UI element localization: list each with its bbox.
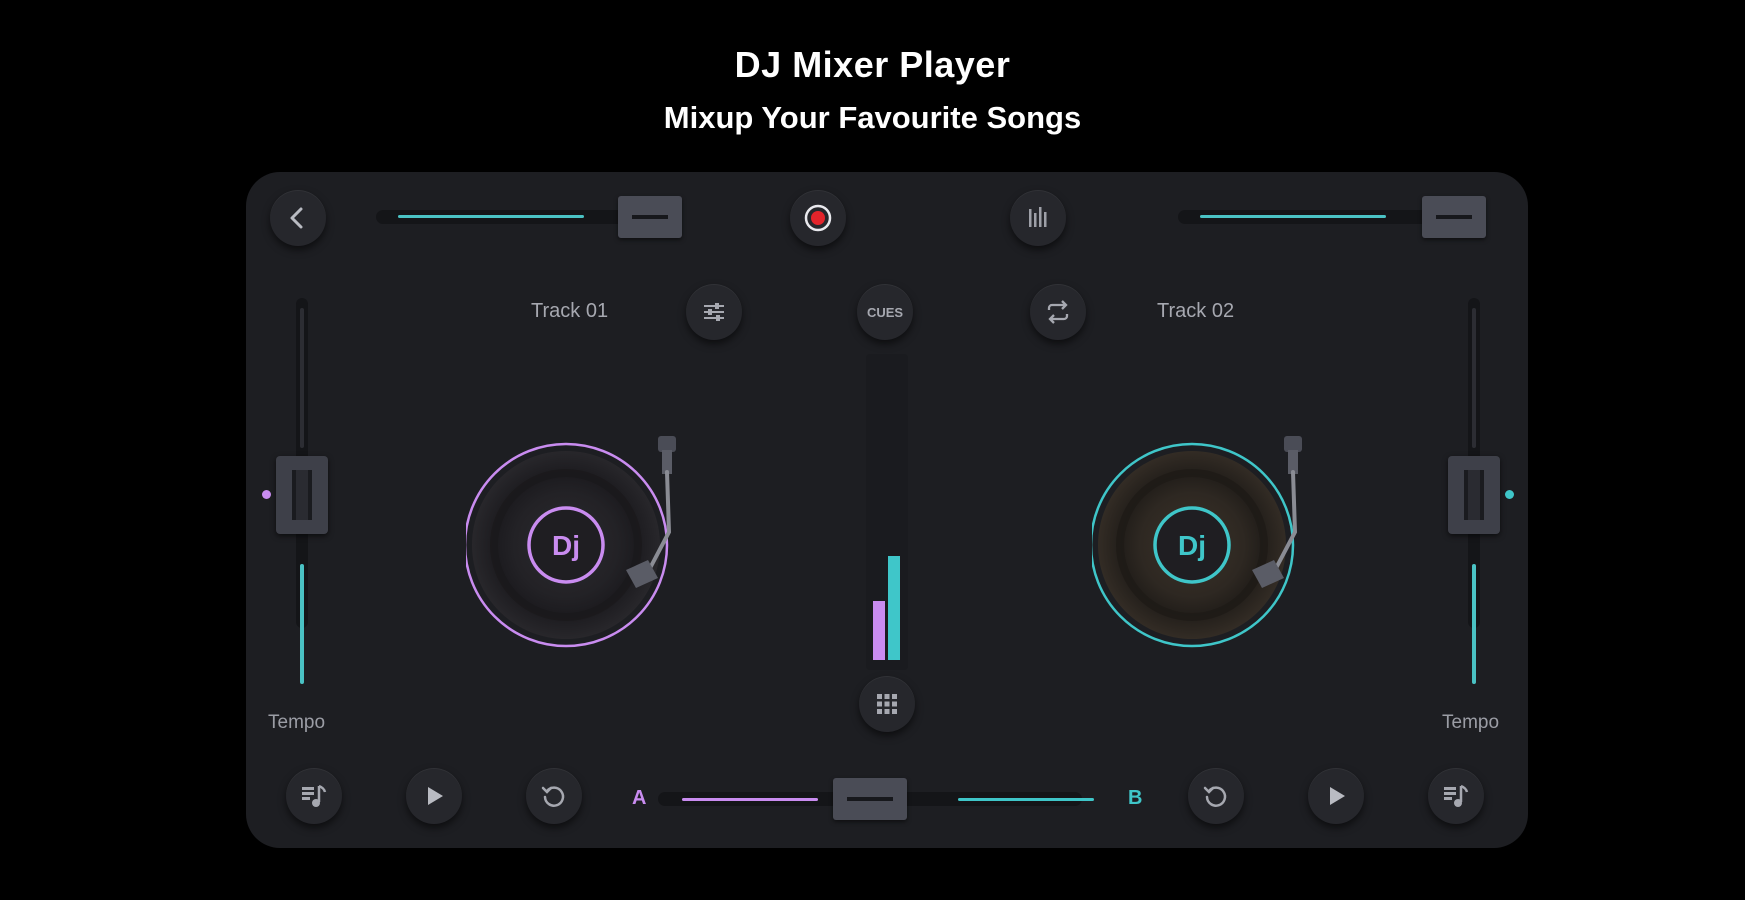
reset-icon (1203, 786, 1227, 807)
equalizer-button[interactable] (1010, 190, 1066, 246)
level-bar-a (873, 601, 885, 660)
tempo-b-label: Tempo (1442, 712, 1500, 733)
tempo-b-indicator (1505, 490, 1514, 499)
crossfader-a-label: A (632, 787, 647, 809)
chevron-left-icon (290, 207, 303, 229)
back-button[interactable] (270, 190, 326, 246)
volume-b-fill (1200, 215, 1386, 218)
play-icon (428, 787, 443, 805)
mixer-panel: Track 01 CUES Track 02 Tempo Tempo Dj Dj… (246, 172, 1528, 848)
deck-a-music-button[interactable] (286, 768, 342, 824)
crossfader-b-label: B (1128, 787, 1143, 809)
deck-b-loop-button[interactable] (1030, 284, 1086, 340)
play-icon (1330, 787, 1345, 805)
reset-icon (541, 786, 565, 807)
tempo-a-indicator (262, 490, 271, 499)
tempo-b-fill (1472, 564, 1476, 684)
deck-a-track-name: Track 01 (531, 300, 609, 322)
deck-a-reset-button[interactable] (526, 768, 582, 824)
music-note-icon (302, 784, 327, 807)
cues-label: CUES (866, 304, 904, 320)
deck-a-turntable[interactable]: Dj (466, 422, 726, 652)
level-bar-b (888, 556, 900, 660)
sliders-icon (704, 303, 724, 321)
grid-icon (877, 694, 897, 714)
volume-b-handle[interactable] (1422, 196, 1486, 238)
cues-button[interactable]: CUES (857, 284, 913, 340)
tempo-b-handle[interactable] (1448, 456, 1500, 534)
record-button[interactable] (790, 190, 846, 246)
deck-b-music-button[interactable] (1428, 768, 1484, 824)
deck-b-vinyl-label: Dj (1178, 530, 1206, 561)
volume-a-fill (398, 215, 584, 218)
deck-b-turntable[interactable]: Dj (1092, 422, 1352, 652)
app-title: DJ Mixer Player (734, 44, 1011, 85)
music-note-icon (1444, 784, 1469, 807)
deck-a-play-button[interactable] (406, 768, 462, 824)
record-icon (804, 204, 832, 232)
crossfader-a-fill (682, 798, 818, 801)
deck-a-settings-button[interactable] (686, 284, 742, 340)
equalizer-bars-icon (1029, 207, 1047, 227)
tempo-a-upper (300, 308, 304, 448)
volume-a-handle[interactable] (618, 196, 682, 238)
deck-a-vinyl-label: Dj (552, 530, 580, 561)
tempo-a-label: Tempo (268, 712, 326, 733)
repeat-icon (1047, 300, 1069, 324)
tempo-b-upper (1472, 308, 1476, 448)
level-meter (866, 354, 908, 670)
crossfader-handle[interactable] (833, 778, 907, 820)
deck-b-play-button[interactable] (1308, 768, 1364, 824)
crossfader-b-fill (958, 798, 1094, 801)
deck-b-track-name: Track 02 (1157, 300, 1235, 322)
tempo-a-fill (300, 564, 304, 684)
tempo-a-handle[interactable] (276, 456, 328, 534)
pads-grid-button[interactable] (859, 676, 915, 732)
app-subtitle: Mixup Your Favourite Songs (663, 100, 1082, 135)
deck-b-reset-button[interactable] (1188, 768, 1244, 824)
